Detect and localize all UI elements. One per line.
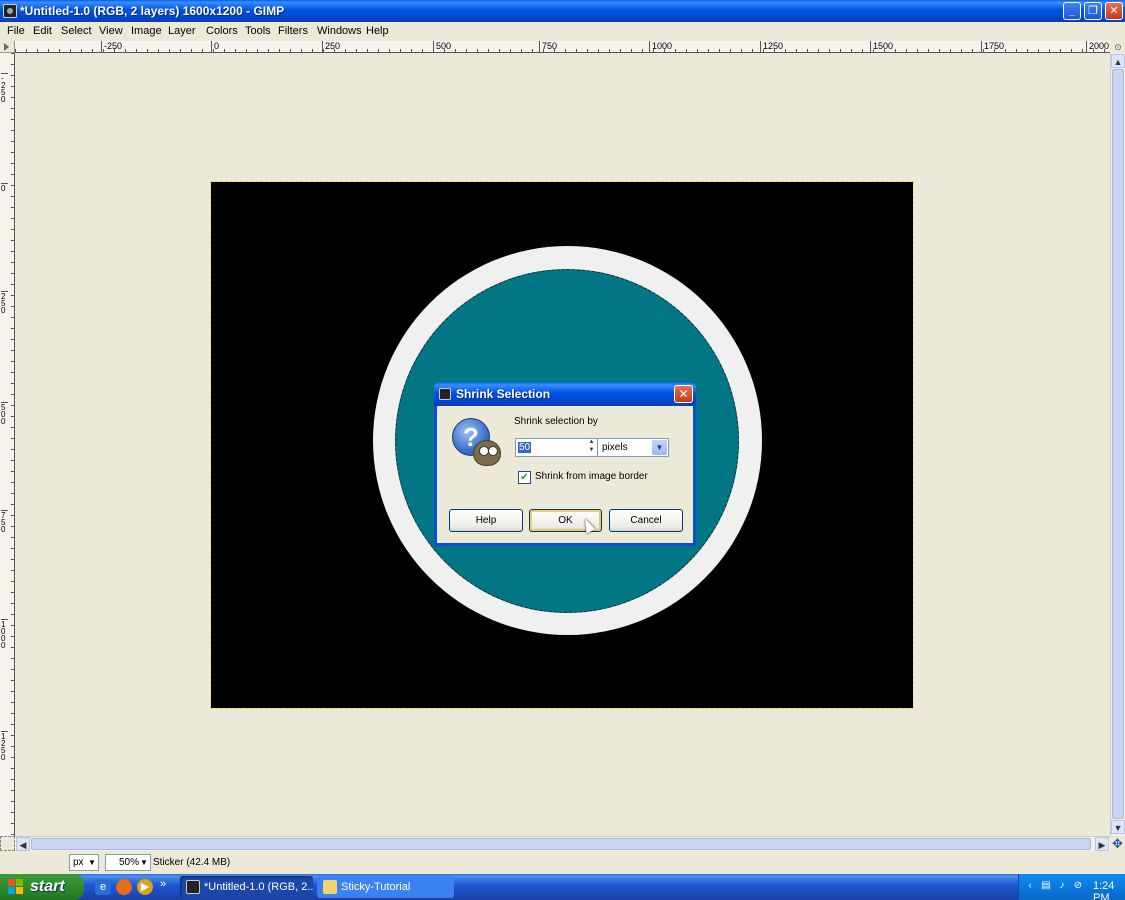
tray-collapse-icon[interactable]: ‹: [1023, 879, 1037, 893]
firefox-quicklaunch-icon[interactable]: [116, 879, 132, 895]
system-tray: ‹ ▤ ♪ ⊘ 1:24 PM: [1018, 874, 1125, 900]
start-label: start: [30, 878, 65, 895]
scroll-down-arrow[interactable]: ▼: [1111, 820, 1125, 834]
taskbar-item-label: *Untitled-1.0 (RGB, 2...: [204, 881, 313, 893]
dialog-close-button[interactable]: ✕: [674, 385, 693, 403]
chevron-down-icon: ▼: [652, 440, 667, 455]
gimp-app-icon: [186, 880, 200, 894]
horizontal-scrollbar[interactable]: ◀ ▶: [15, 836, 1110, 851]
taskbar: start e ▶ » *Untitled-1.0 (RGB, 2... Sti…: [0, 874, 1125, 900]
clock: 1:24 PM: [1093, 880, 1115, 900]
hruler-tick-label: 1250: [760, 41, 783, 53]
taskbar-item-gimp[interactable]: *Untitled-1.0 (RGB, 2...: [180, 876, 313, 898]
hruler-tick-label: 750: [539, 41, 557, 53]
ie-quicklaunch-icon[interactable]: e: [95, 879, 111, 895]
menu-view[interactable]: View: [99, 25, 123, 37]
hruler-tick-label: 250: [322, 41, 340, 53]
zoom-to-window-icon[interactable]: ⊙: [1111, 41, 1125, 53]
vruler-tick-label: 250: [1, 291, 8, 315]
menu-select[interactable]: Select: [61, 25, 92, 37]
vruler-tick-label: 1000: [1, 619, 8, 650]
vruler-tick-label: 1250: [1, 731, 8, 762]
vertical-ruler[interactable]: -250 0 250 500 750 1000 1250: [0, 53, 15, 836]
quicklaunch-more[interactable]: »: [160, 878, 166, 890]
menu-help[interactable]: Help: [366, 25, 389, 37]
hruler-tick-label: 1000: [649, 41, 672, 53]
menu-windows[interactable]: Windows: [317, 25, 362, 37]
menu-tools[interactable]: Tools: [245, 25, 271, 37]
taskbar-item-folder[interactable]: Sticky-Tutorial: [317, 876, 454, 898]
maximize-button[interactable]: ❐: [1084, 2, 1102, 20]
security-alert-icon[interactable]: ⊘: [1071, 879, 1085, 893]
horizontal-ruler[interactable]: -250 0 250 500 750 1000 1250 1500 1750 2…: [15, 41, 1110, 53]
status-bar: px ▼ 50% ▼ Sticker (42.4 MB): [0, 851, 1125, 874]
vruler-tick-label: -250: [1, 73, 8, 104]
scroll-left-arrow[interactable]: ◀: [16, 837, 30, 851]
shrink-selection-dialog: Shrink Selection ✕ ? Shrink selection by…: [434, 382, 696, 546]
gimp-app-icon: [439, 388, 451, 400]
menu-edit[interactable]: Edit: [33, 25, 52, 37]
hruler-tick-label: 0: [211, 41, 219, 53]
folder-icon: [323, 880, 337, 894]
menu-filters[interactable]: Filters: [278, 25, 308, 37]
zoom-selector[interactable]: 50% ▼: [105, 854, 151, 871]
hruler-tick-label: 500: [433, 41, 451, 53]
ruler-menu-button[interactable]: [0, 41, 15, 53]
cancel-button[interactable]: Cancel: [609, 509, 683, 532]
unit-value: px: [73, 857, 84, 868]
unit-dropdown[interactable]: pixels ▼: [597, 438, 669, 457]
zoom-value: 50%: [119, 857, 140, 868]
media-player-quicklaunch-icon[interactable]: ▶: [137, 879, 153, 895]
menu-layer[interactable]: Layer: [168, 25, 196, 37]
vertical-scroll-thumb[interactable]: [1112, 69, 1124, 819]
window-title: *Untitled-1.0 (RGB, 2 layers) 1600x1200 …: [20, 4, 285, 18]
menu-file[interactable]: File: [7, 25, 25, 37]
shrink-border-checkbox[interactable]: ✔: [518, 471, 531, 484]
chevron-down-icon: ▼: [140, 858, 148, 867]
hruler-tick-label: 2000: [1086, 41, 1109, 53]
network-icon[interactable]: ▤: [1039, 879, 1053, 893]
menu-bar: File Edit Select View Image Layer Colors…: [0, 22, 1125, 41]
vruler-tick-label: 0: [1, 183, 8, 193]
scroll-right-arrow[interactable]: ▶: [1095, 837, 1109, 851]
close-button[interactable]: ✕: [1105, 2, 1123, 20]
vertical-scrollbar[interactable]: ▲ ▼: [1110, 53, 1125, 836]
unit-selector[interactable]: px ▼: [69, 854, 99, 871]
shrink-border-label[interactable]: Shrink from image border: [535, 471, 648, 482]
status-info: Sticker (42.4 MB): [153, 857, 231, 868]
menu-image[interactable]: Image: [131, 25, 162, 37]
menu-colors[interactable]: Colors: [206, 25, 238, 37]
taskbar-item-label: Sticky-Tutorial: [341, 881, 411, 893]
volume-icon[interactable]: ♪: [1055, 879, 1069, 893]
wilber-mascot-icon: [473, 440, 501, 466]
hruler-tick-label: -250: [101, 41, 122, 53]
horizontal-scroll-thumb[interactable]: [31, 838, 1091, 850]
navigate-icon[interactable]: ✥: [1110, 836, 1125, 851]
windows-logo-icon: [8, 879, 24, 895]
title-bar: *Untitled-1.0 (RGB, 2 layers) 1600x1200 …: [0, 0, 1125, 22]
shrink-label: Shrink selection by: [514, 416, 598, 427]
dialog-title: Shrink Selection: [456, 387, 551, 401]
scroll-up-arrow[interactable]: ▲: [1111, 54, 1125, 68]
chevron-down-icon: ▼: [88, 858, 96, 867]
start-button[interactable]: start: [0, 874, 84, 900]
vruler-tick-label: 500: [1, 402, 8, 426]
dialog-title-bar: Shrink Selection ✕: [434, 382, 696, 406]
hruler-tick-label: 1750: [981, 41, 1004, 53]
gimp-app-icon[interactable]: [3, 4, 17, 18]
hruler-tick-label: 1500: [870, 41, 893, 53]
minimize-button[interactable]: _: [1063, 2, 1081, 20]
vruler-tick-label: 750: [1, 510, 8, 534]
quick-mask-toggle[interactable]: [0, 836, 15, 851]
help-button[interactable]: Help: [449, 509, 523, 532]
shrink-amount-value: 50: [518, 442, 532, 453]
unit-dropdown-value: pixels: [602, 442, 628, 453]
